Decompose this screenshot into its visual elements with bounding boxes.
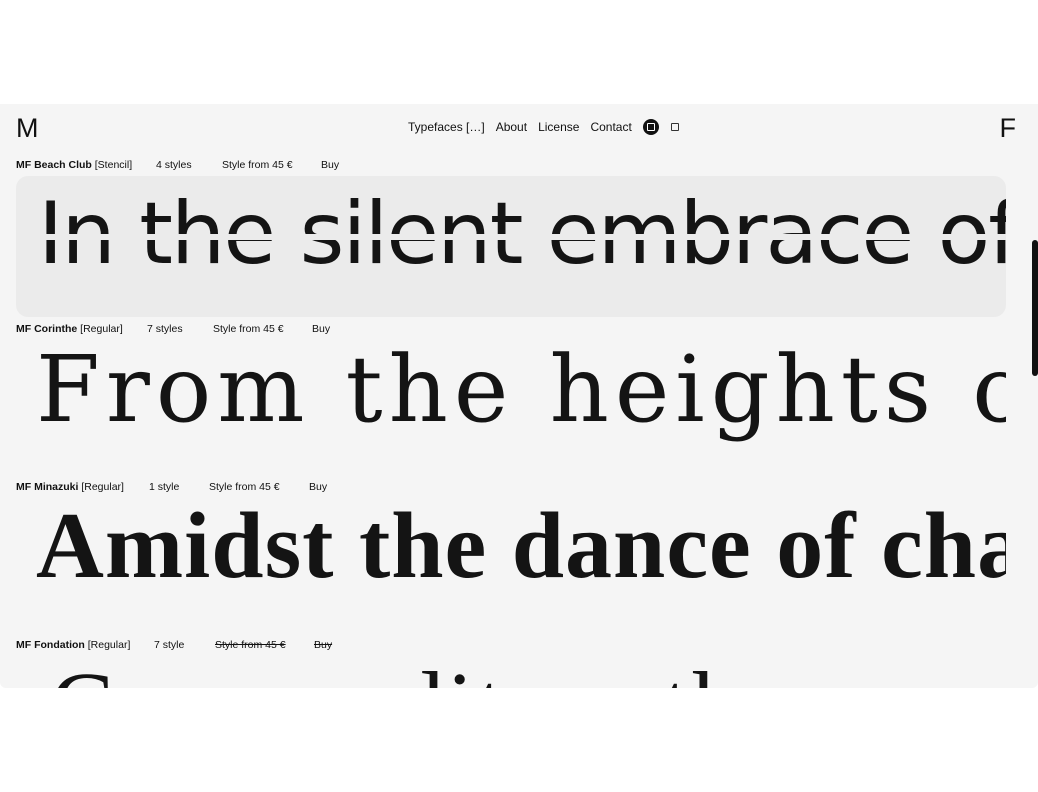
typeface-style-count: 7 style <box>154 639 185 651</box>
app-window: M Typefaces […] About License Contact F … <box>0 104 1038 688</box>
nav-license-link[interactable]: License <box>538 118 579 136</box>
light-mode-toggle-square-icon[interactable] <box>670 123 679 131</box>
typeface-style-tag: [Regular] <box>87 639 131 651</box>
typeface-name[interactable]: MF Corinthe <box>16 323 77 335</box>
typeface-meta-row: MF Fondation [Regular] 7 style Style fro… <box>16 638 332 652</box>
typeface-meta-row: MF Beach Club [Stencil] 4 styles Style f… <box>16 158 339 172</box>
typeface-style-count: 7 styles <box>147 323 183 335</box>
dark-mode-toggle[interactable] <box>642 119 659 135</box>
nav-contact-link[interactable]: Contact <box>590 118 631 136</box>
typeface-specimen[interactable]: Amidst the dance of cha <box>16 498 1006 634</box>
specimen-text: From the heights o <box>36 340 1006 443</box>
typeface-name[interactable]: MF Beach Club <box>16 159 92 171</box>
typeface-style-tag: [Regular] <box>80 323 123 335</box>
typeface-style-count: 1 style <box>149 481 180 493</box>
typeface-specimen[interactable]: Comme dit un th <box>16 660 1006 688</box>
buy-link[interactable]: Buy <box>321 158 339 172</box>
main-nav: Typefaces […] About License Contact <box>408 118 679 136</box>
typeface-style-tag: [Stencil] <box>94 159 133 171</box>
specimen-text: Comme dit un th <box>50 660 743 688</box>
typeface-specimen[interactable]: In the silent embrace of th <box>16 176 1006 317</box>
typeface-price: Style from 45 € <box>222 159 293 171</box>
buy-link[interactable]: Buy <box>309 480 327 494</box>
stencil-gap-overlay <box>16 234 1006 240</box>
typeface-meta-row: MF Minazuki [Regular] 1 style Style from… <box>16 480 327 494</box>
buy-link[interactable]: Buy <box>312 322 330 336</box>
buy-link[interactable]: Buy <box>314 638 332 652</box>
typeface-price: Style from 45 € <box>209 481 280 493</box>
typeface-style-count: 4 styles <box>156 159 192 171</box>
typeface-meta-row: MF Corinthe [Regular] 7 styles Style fro… <box>16 322 330 336</box>
typeface-specimen[interactable]: From the heights o <box>16 340 1006 476</box>
typeface-price: Style from 45 € <box>213 323 284 335</box>
typeface-style-tag: [Regular] <box>81 481 124 493</box>
logo-mark-right[interactable]: F <box>1000 112 1017 144</box>
nav-about-link[interactable]: About <box>496 118 527 136</box>
typeface-name[interactable]: MF Fondation <box>16 639 85 651</box>
scrollbar-thumb[interactable] <box>1032 240 1038 376</box>
specimen-text: Amidst the dance of cha <box>36 498 1006 598</box>
nav-typefaces-link[interactable]: Typefaces […] <box>408 118 485 136</box>
logo-mark-left[interactable]: M <box>16 112 39 144</box>
square-in-circle-icon <box>646 123 655 131</box>
typeface-name[interactable]: MF Minazuki <box>16 481 78 493</box>
typeface-price: Style from 45 € <box>215 639 286 651</box>
